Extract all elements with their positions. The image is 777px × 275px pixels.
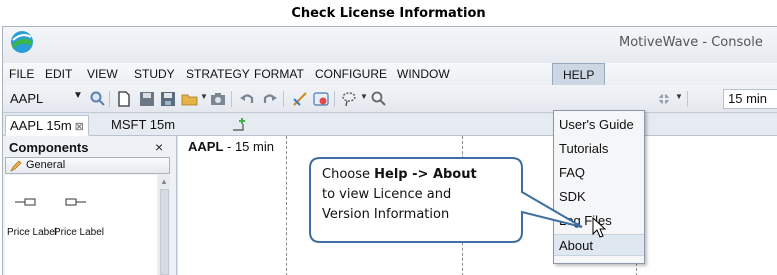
zoom-icon[interactable] — [370, 90, 388, 108]
menu-bar: FILE EDIT VIEW STUDY STRATEGY FORMAT CON… — [3, 63, 777, 85]
chart-title: AAPL - 15 min — [188, 139, 274, 154]
menu-configure[interactable]: CONFIGURE — [315, 67, 387, 81]
menu-study[interactable]: STUDY — [134, 67, 175, 81]
menu-edit[interactable]: EDIT — [45, 67, 72, 81]
component-label[interactable]: Price Label — [7, 227, 57, 238]
symbol-dropdown-arrow-icon[interactable]: ▼ — [73, 90, 83, 101]
save-icon[interactable] — [138, 90, 156, 108]
component-dropdown-arrow-icon[interactable]: ▼ — [675, 92, 683, 101]
document-title: Check License Information — [291, 6, 486, 21]
general-section-header[interactable]: General — [5, 157, 170, 174]
lasso-dropdown-arrow-icon[interactable]: ▼ — [360, 92, 368, 101]
camera-icon[interactable] — [209, 90, 227, 108]
scrollbar-thumb[interactable] — [160, 189, 169, 275]
menu-view[interactable]: VIEW — [87, 67, 118, 81]
callout-line-2: to view Licence and — [322, 187, 452, 202]
undo-icon[interactable] — [238, 90, 256, 108]
tab-label: MSFT 15m — [111, 117, 176, 132]
mouse-pointer-icon — [592, 217, 607, 238]
motivewave-logo-icon — [11, 31, 33, 53]
chart-gridline — [286, 136, 287, 275]
app-window: MotiveWave - Console FILE EDIT VIEW STUD… — [2, 26, 777, 275]
menu-format[interactable]: FORMAT — [254, 67, 304, 81]
components-list: Price Label Price Label — [5, 175, 157, 275]
price-label-right-icon[interactable] — [60, 197, 86, 207]
components-panel: Components × General Price Label Price L… — [3, 136, 177, 275]
scroll-up-icon[interactable]: ▲ — [160, 177, 168, 186]
panel-title: Components — [9, 140, 89, 155]
alarm-icon[interactable] — [312, 90, 330, 108]
draw-line-icon[interactable] — [291, 90, 309, 108]
toolbar-separator — [334, 91, 335, 107]
toolbar: AAPL ▼ ▼ ▼ ▼ 15 min — [3, 85, 777, 113]
toolbar-separator — [283, 91, 284, 107]
title-bar: MotiveWave - Console — [3, 27, 777, 63]
redo-icon[interactable] — [261, 90, 279, 108]
callout-prefix: Choose — [322, 167, 375, 182]
menu-help[interactable]: HELP — [552, 63, 606, 85]
callout-line-3: Version Information — [322, 207, 450, 222]
chart-symbol: AAPL — [188, 139, 224, 154]
tab-bar: AAPL 15m ⊠ MSFT 15m — [3, 114, 777, 136]
help-menu-dropdown: User's Guide Tutorials FAQ SDK Log Files… — [553, 110, 645, 264]
bar-period-selector[interactable]: 15 min — [723, 89, 777, 109]
toolbar-separator — [231, 91, 232, 107]
callout-line-1: Choose Help -> About — [322, 165, 532, 185]
menu-strategy[interactable]: STRATEGY — [186, 67, 250, 81]
menu-file[interactable]: FILE — [9, 67, 34, 81]
lasso-icon[interactable] — [340, 90, 358, 108]
new-page-icon[interactable] — [115, 90, 133, 108]
callout-command: Help -> About — [374, 167, 477, 182]
tab-label: AAPL 15m — [10, 118, 72, 133]
save-as-icon[interactable] — [159, 90, 177, 108]
pencil-icon — [10, 160, 22, 172]
close-panel-icon[interactable]: × — [155, 139, 163, 155]
menu-item-sdk[interactable]: SDK — [554, 186, 644, 208]
section-label: General — [26, 159, 66, 171]
search-icon[interactable] — [89, 90, 107, 108]
price-label-left-icon[interactable] — [15, 197, 41, 207]
open-folder-icon[interactable] — [181, 90, 199, 108]
menu-item-tutorials[interactable]: Tutorials — [554, 138, 644, 160]
new-tab-icon[interactable] — [231, 116, 249, 134]
close-tab-icon[interactable]: ⊠ — [75, 121, 84, 133]
open-dropdown-arrow-icon[interactable]: ▼ — [200, 92, 208, 101]
menu-window[interactable]: WINDOW — [397, 67, 450, 81]
component-label[interactable]: Price Label — [54, 227, 104, 238]
chart-period: 15 min — [234, 139, 274, 154]
toolbar-separator — [109, 91, 110, 107]
panel-scrollbar[interactable]: ▲ — [158, 175, 170, 275]
tab-aapl-15m[interactable]: AAPL 15m ⊠ — [5, 115, 89, 136]
menu-item-faq[interactable]: FAQ — [554, 162, 644, 184]
window-title: MotiveWave - Console — [619, 35, 763, 50]
callout-text: Choose Help -> About to view Licence and… — [322, 165, 532, 225]
menu-item-users-guide[interactable]: User's Guide — [554, 114, 644, 136]
chart-title-separator: - — [223, 139, 235, 154]
tab-msft-15m[interactable]: MSFT 15m — [107, 115, 179, 136]
toolbar-separator — [687, 91, 688, 107]
component-icon[interactable] — [655, 90, 673, 108]
